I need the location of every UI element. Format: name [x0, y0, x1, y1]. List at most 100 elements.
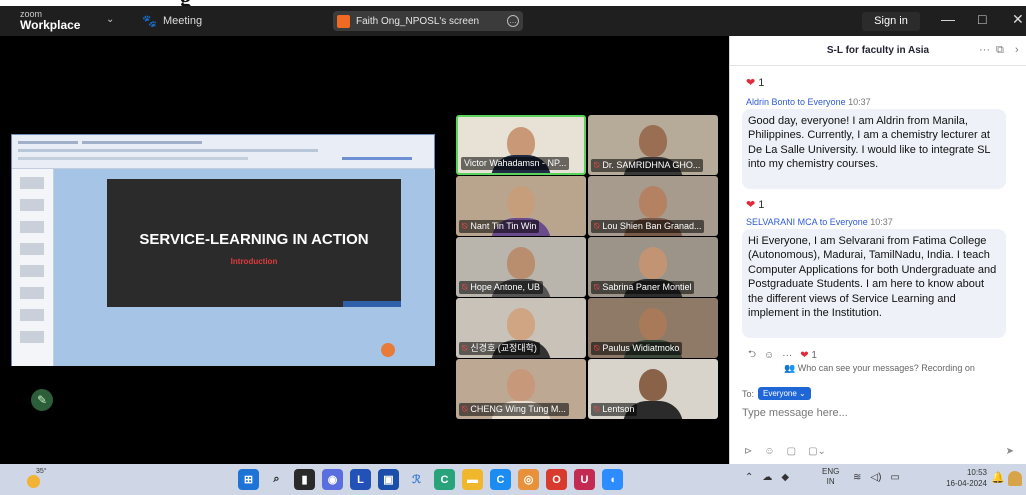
reaction-count: 1: [811, 350, 817, 361]
browser-icon[interactable]: C: [490, 469, 511, 490]
muted-mic-icon: ⍉: [594, 160, 600, 170]
slide-subtitle: Introduction: [230, 257, 278, 266]
more-options-icon[interactable]: …: [507, 15, 519, 27]
participant-name: ⍉ 신경호 (교정대학): [459, 342, 540, 355]
shared-screen[interactable]: SERVICE-LEARNING IN ACTION Introduction: [11, 134, 435, 366]
search-icon[interactable]: ⌕: [266, 469, 287, 490]
lms-app-icon[interactable]: L: [350, 469, 371, 490]
meeting-label: Meeting: [162, 15, 203, 27]
participant-name-text: Paulus Widiatmoko: [602, 343, 680, 353]
close-button[interactable]: ✕: [1012, 11, 1024, 28]
video-tile[interactable]: ⍉ Paulus Widiatmoko: [588, 298, 718, 358]
video-tile[interactable]: ⍉ Lentson: [588, 359, 718, 419]
reaction-count: 1: [758, 77, 765, 89]
heart-icon: ❤: [746, 199, 756, 211]
emoji-icon[interactable]: ☺: [764, 350, 774, 361]
chat-next-icon[interactable]: ›: [1015, 44, 1019, 56]
participant-name: ⍉ Nant Tin Tin Win: [459, 220, 540, 233]
weather-widget[interactable]: 35°: [27, 468, 47, 488]
location-icon[interactable]: ◆: [781, 472, 789, 483]
battery-icon[interactable]: ▭: [890, 472, 899, 483]
heart-icon: ❤: [800, 350, 809, 361]
chat-message[interactable]: Hi Everyone, I am Selvarani from Fatima …: [742, 229, 1006, 338]
outlook-icon[interactable]: ▣: [378, 469, 399, 490]
participant-name: ⍉ Dr. SAMRIDHNA GHO...: [591, 159, 704, 172]
participant-name-text: Lentson: [602, 404, 635, 414]
emoji-picker-icon[interactable]: ☺: [764, 446, 774, 457]
onedrive-icon[interactable]: ☁: [762, 472, 772, 483]
edge-icon[interactable]: C: [434, 469, 455, 490]
video-tile[interactable]: Victor Wahadamsn - NP...: [456, 115, 586, 175]
windows-taskbar: 35° ⊞ ⌕ ▮ ◉ L ▣ ℛ C ▬ C ◎ O U ◖ ⌃ ☁ ◆ EN…: [0, 464, 1026, 495]
file-icon[interactable]: ▢: [787, 446, 796, 457]
file-explorer-icon[interactable]: ▬: [462, 469, 483, 490]
chat-message[interactable]: Good day, everyone! I am Aldrin from Man…: [742, 109, 1006, 189]
visibility-text: Who can see your messages? Recording on: [797, 363, 975, 373]
sender-name[interactable]: SELVARANI MCA: [746, 217, 817, 227]
screenshot: g zoom Workplace ⌄ 🐾 Meeting Faith Ong_N…: [0, 0, 1026, 495]
clock-time: 10:53: [966, 468, 987, 477]
zoom-app-icon[interactable]: ◖: [602, 469, 623, 490]
gallery-view: Victor Wahadamsn - NP... ⍉ Dr. SAMRIDHNA …: [456, 115, 718, 420]
reply-icon[interactable]: ⮌: [748, 347, 756, 364]
message-input[interactable]: [742, 404, 1012, 422]
notification-bell-icon[interactable]: 🔔: [991, 471, 1005, 484]
task-view-icon[interactable]: ▮: [294, 469, 315, 490]
clock[interactable]: 10:53 16-04-2024: [937, 467, 987, 489]
video-tile[interactable]: ⍉ 신경호 (교정대학): [456, 298, 586, 358]
screenshot-icon[interactable]: ▢⌄: [808, 446, 826, 457]
show-hidden-icons-icon[interactable]: ⌃: [745, 472, 753, 483]
reaction-chip[interactable]: ❤ 1: [800, 350, 817, 361]
chrome-icon[interactable]: ◎: [518, 469, 539, 490]
copilot-icon[interactable]: ℛ: [406, 469, 427, 490]
muted-mic-icon: ⍉: [462, 404, 468, 414]
message-sender-line: SELVARANI MCA to Everyone 10:37: [746, 217, 893, 227]
more-icon[interactable]: ···: [782, 350, 792, 361]
restore-button[interactable]: □: [978, 11, 986, 27]
sign-in-button[interactable]: Sign in: [862, 12, 920, 31]
store-icon[interactable]: U: [574, 469, 595, 490]
muted-mic-icon: ⍉: [594, 404, 600, 414]
app-menu-chevron-icon[interactable]: ⌄: [106, 14, 114, 25]
recipient-select[interactable]: Everyone ⌄: [758, 387, 811, 400]
muted-mic-icon: ⍉: [594, 221, 600, 231]
message-actions: ⮌ ☺ ··· ❤ 1: [748, 347, 817, 364]
sun-icon: [27, 475, 40, 488]
widget-app-icon[interactable]: [1008, 471, 1022, 486]
muted-mic-icon: ⍉: [594, 282, 600, 292]
zoom-titlebar: zoom Workplace ⌄ 🐾 Meeting Faith Ong_NPO…: [0, 6, 1026, 36]
video-tile[interactable]: ⍉ Lou Shien Ban Granad...: [588, 176, 718, 236]
video-tile[interactable]: ⍉ Hope Antone, UB: [456, 237, 586, 297]
popout-icon[interactable]: ⧉: [996, 44, 1004, 57]
meeting-menu[interactable]: 🐾 Meeting: [142, 14, 202, 28]
chat-app-icon[interactable]: ◉: [322, 469, 343, 490]
participant-name-text: Nant Tin Tin Win: [470, 221, 537, 231]
video-tile[interactable]: ⍉ Sabrina Paner Montiel: [588, 237, 718, 297]
screen-share-indicator[interactable]: Faith Ong_NPOSL's screen …: [333, 11, 523, 31]
video-tile[interactable]: ⍉ Dr. SAMRIDHNA GHO...: [588, 115, 718, 175]
participant-name-text: Dr. SAMRIDHNA GHO...: [602, 160, 701, 170]
meeting-icon: 🐾: [142, 14, 157, 28]
participant-name: ⍉ Paulus Widiatmoko: [591, 342, 683, 355]
annotate-pen-icon[interactable]: ✎: [31, 389, 53, 411]
message-reaction[interactable]: ❤ 1: [746, 198, 764, 211]
format-icon[interactable]: ⊳: [744, 446, 752, 457]
participant-name-text: Sabrina Paner Montiel: [602, 282, 692, 292]
chat-more-icon[interactable]: ···: [979, 44, 990, 56]
wifi-icon[interactable]: ≋: [853, 472, 861, 483]
minimize-button[interactable]: —: [941, 11, 955, 27]
reaction-count: 1: [758, 199, 765, 211]
video-tile[interactable]: ⍉ Nant Tin Tin Win: [456, 176, 586, 236]
volume-icon[interactable]: ◁): [870, 472, 881, 483]
message-reaction[interactable]: ❤ 1: [746, 76, 764, 89]
video-tile[interactable]: ⍉ CHENG Wing Tung M...: [456, 359, 586, 419]
visibility-note[interactable]: 👥 Who can see your messages? Recording o…: [784, 363, 975, 374]
sender-name[interactable]: Aldrin Bonto: [746, 97, 795, 107]
language-indicator[interactable]: ENG IN: [822, 467, 839, 487]
share-label: Faith Ong_NPOSL's screen: [356, 15, 480, 27]
shared-browser-chrome: [12, 135, 434, 169]
send-icon[interactable]: ➤: [1006, 446, 1014, 457]
office-icon[interactable]: O: [546, 469, 567, 490]
message-sender-line: Aldrin Bonto to Everyone 10:37: [746, 97, 871, 107]
windows-start-icon[interactable]: ⊞: [238, 469, 259, 490]
